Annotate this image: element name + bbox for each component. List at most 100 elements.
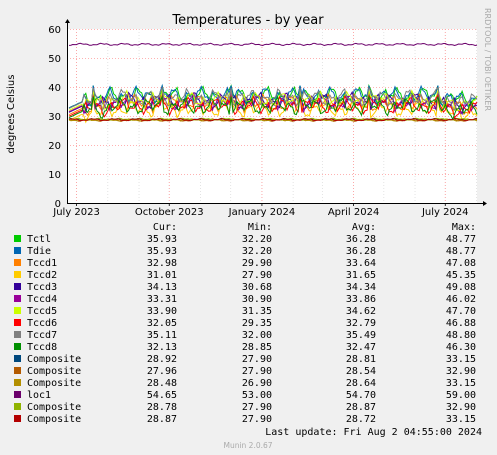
legend-series-name: Composite (27, 354, 81, 365)
x-axis-arrow (483, 201, 487, 206)
legend-series-name: Tdie (27, 246, 51, 257)
legend-swatch (14, 355, 21, 362)
legend-avg-value: 28.81 (346, 354, 376, 365)
legend-min-value: 30.90 (242, 294, 272, 305)
legend-max-value: 33.15 (446, 378, 476, 389)
legend-avg-value: 33.64 (346, 258, 376, 269)
legend-min-value: 27.90 (242, 354, 272, 365)
y-tick-label: 20 (48, 141, 61, 152)
legend-max-value: 59.00 (446, 390, 476, 401)
legend-max-value: 32.90 (446, 366, 476, 377)
legend-header-cur: Cur: (153, 222, 177, 233)
legend-avg-value: 28.87 (346, 402, 376, 413)
legend-min-value: 32.20 (242, 246, 272, 257)
legend-series-name: Tccd5 (27, 306, 57, 317)
munin-version: Munin 2.0.67 (223, 441, 272, 450)
legend-series-name: Tccd3 (27, 282, 57, 293)
legend-series-name: loc1 (27, 390, 51, 401)
legend-min-value: 27.90 (242, 402, 272, 413)
legend-max-value: 48.77 (446, 246, 476, 257)
legend-avg-value: 36.28 (346, 234, 376, 245)
legend-avg-value: 33.86 (346, 294, 376, 305)
legend-swatch (14, 235, 21, 242)
legend-cur-value: 32.13 (147, 342, 177, 353)
last-update: Last update: Fri Aug 2 04:55:00 2024 (265, 427, 482, 438)
legend-min-value: 26.90 (242, 378, 272, 389)
legend-avg-value: 36.28 (346, 246, 376, 257)
legend-min-value: 32.00 (242, 330, 272, 341)
legend-header-min: Min: (248, 222, 272, 233)
y-tick-label: 30 (48, 112, 61, 123)
legend-max-value: 33.15 (446, 414, 476, 425)
legend-avg-value: 32.47 (346, 342, 376, 353)
y-tick-label: 40 (48, 83, 61, 94)
legend-swatch (14, 403, 21, 410)
legend-cur-value: 28.87 (147, 414, 177, 425)
legend-avg-value: 28.54 (346, 366, 376, 377)
legend-swatch (14, 271, 21, 278)
legend-swatch (14, 331, 21, 338)
legend-header-max: Max: (452, 222, 476, 233)
legend-cur-value: 32.98 (147, 258, 177, 269)
legend-max-value: 45.35 (446, 270, 476, 281)
legend-avg-value: 54.70 (346, 390, 376, 401)
rrdtool-side-label: RRDTOOL / TOBI OETIKER (483, 8, 492, 111)
legend-min-value: 29.90 (242, 258, 272, 269)
legend-avg-value: 32.79 (346, 318, 376, 329)
chart-title: Temperatures - by year (171, 13, 324, 28)
y-tick-label: 50 (48, 54, 61, 65)
legend-avg-value: 34.34 (346, 282, 376, 293)
y-axis-arrow (65, 19, 70, 23)
legend-cur-value: 28.92 (147, 354, 177, 365)
legend-avg-value: 31.65 (346, 270, 376, 281)
legend-cur-value: 33.90 (147, 306, 177, 317)
x-tick-label: July 2024 (421, 207, 469, 218)
legend-cur-value: 35.11 (147, 330, 177, 341)
legend-min-value: 27.90 (242, 414, 272, 425)
y-tick-label: 60 (48, 25, 61, 36)
legend-cur-value: 33.31 (147, 294, 177, 305)
plot-area (67, 29, 477, 203)
legend-swatch (14, 247, 21, 254)
legend-swatch (14, 259, 21, 266)
legend-avg-value: 34.62 (346, 306, 376, 317)
legend-cur-value: 31.01 (147, 270, 177, 281)
legend-max-value: 46.02 (446, 294, 476, 305)
legend-min-value: 28.85 (242, 342, 272, 353)
legend-cur-value: 28.48 (147, 378, 177, 389)
legend-max-value: 46.88 (446, 318, 476, 329)
legend-max-value: 47.70 (446, 306, 476, 317)
legend-series-name: Tccd2 (27, 270, 57, 281)
legend-series-name: Composite (27, 402, 81, 413)
legend-max-value: 33.15 (446, 354, 476, 365)
legend-min-value: 30.68 (242, 282, 272, 293)
legend-swatch (14, 295, 21, 302)
legend-series-name: Tctl (27, 234, 51, 245)
legend-swatch (14, 379, 21, 386)
legend-series-name: Composite (27, 378, 81, 389)
legend-avg-value: 28.72 (346, 414, 376, 425)
temperatures-chart: Temperatures - by year degrees Celsius R… (6, 8, 492, 450)
legend-header-avg: Avg: (352, 222, 376, 233)
x-tick-label: April 2024 (328, 207, 379, 218)
legend-series-name: Tccd6 (27, 318, 57, 329)
legend-max-value: 32.90 (446, 402, 476, 413)
x-tick-label: July 2023 (52, 207, 100, 218)
legend-max-value: 49.08 (446, 282, 476, 293)
legend-max-value: 47.08 (446, 258, 476, 269)
legend-cur-value: 28.78 (147, 402, 177, 413)
legend-min-value: 29.35 (242, 318, 272, 329)
legend-series-name: Tccd1 (27, 258, 57, 269)
legend-cur-value: 35.93 (147, 246, 177, 257)
legend-swatch (14, 283, 21, 290)
legend-swatch (14, 415, 21, 422)
x-tick-label: October 2023 (135, 207, 204, 218)
legend-series-name: Composite (27, 414, 81, 425)
legend-avg-value: 35.49 (346, 330, 376, 341)
legend-swatch (14, 367, 21, 374)
legend-swatch (14, 307, 21, 314)
legend-series-name: Tccd8 (27, 342, 57, 353)
y-axis-label: degrees Celsius (6, 75, 17, 154)
legend-max-value: 48.77 (446, 234, 476, 245)
legend-swatch (14, 319, 21, 326)
